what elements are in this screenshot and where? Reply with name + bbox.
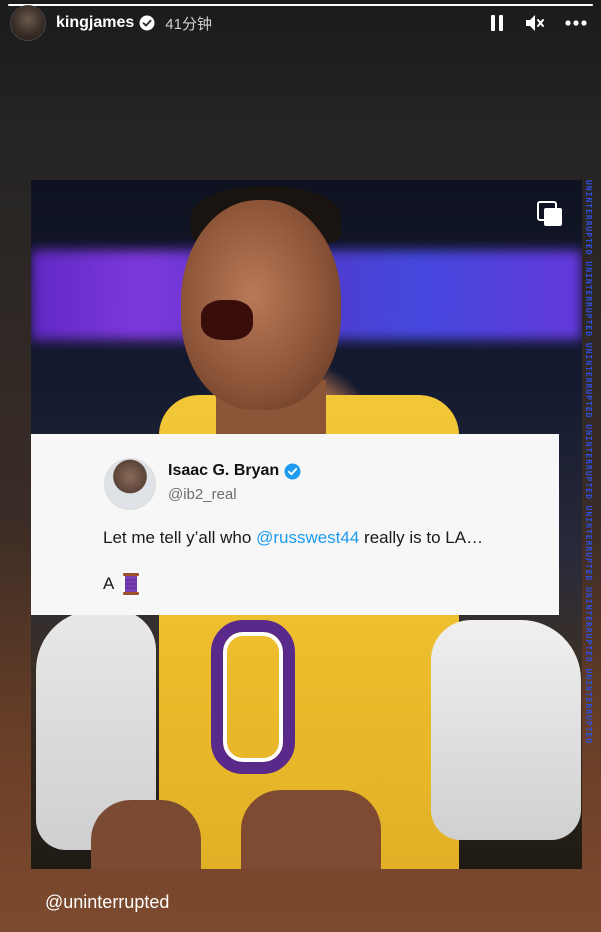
story-photo: Isaac G. Bryan @ib2_real Let me tell y’a… <box>31 180 582 869</box>
uninterrupted-watermark: UNINTERRUPTED UNINTERRUPTED UNINTERRUPTE… <box>584 180 593 745</box>
embedded-tweet-card: Isaac G. Bryan @ib2_real Let me tell y’a… <box>31 434 559 615</box>
profile-avatar[interactable] <box>10 5 46 41</box>
tweet-verified-icon <box>284 463 301 480</box>
player-left-fist <box>91 800 201 869</box>
more-icon[interactable] <box>565 20 587 26</box>
mute-icon[interactable] <box>525 14 545 32</box>
player-right-sleeve <box>431 620 581 840</box>
story-header: kingjames 41分钟 <box>10 5 591 41</box>
player-right-fist <box>241 790 381 869</box>
post-time: 41分钟 <box>165 15 212 33</box>
jersey-number-zero <box>211 620 295 774</box>
copy-icon <box>536 200 564 233</box>
story-viewer[interactable]: kingjames 41分钟 Isaac G. Bryan @ib2_real … <box>0 0 601 932</box>
verified-badge-icon <box>139 15 155 31</box>
tweet-text-after: really is to LA… <box>359 528 484 547</box>
tweet-text-line2: A <box>103 572 142 596</box>
player-mouth <box>201 300 253 340</box>
profile-username[interactable]: kingjames <box>56 14 134 32</box>
tweet-author-name: Isaac G. Bryan <box>168 462 301 480</box>
thread-spool-icon <box>120 572 142 596</box>
tweet-author-handle: @ib2_real <box>168 486 237 503</box>
story-controls <box>489 14 591 32</box>
tweet-text-before: Let me tell y’all who <box>103 528 257 547</box>
tweet-text: Let me tell y’all who @russwest44 really… <box>103 528 483 548</box>
tweet-author-avatar <box>104 458 156 510</box>
tweet-author-name-text: Isaac G. Bryan <box>168 462 280 479</box>
pause-icon[interactable] <box>489 14 505 32</box>
tweet-line2-text: A <box>103 574 115 593</box>
story-caption-mention[interactable]: @uninterrupted <box>45 892 169 913</box>
tweet-mention-link: @russwest44 <box>256 528 360 547</box>
